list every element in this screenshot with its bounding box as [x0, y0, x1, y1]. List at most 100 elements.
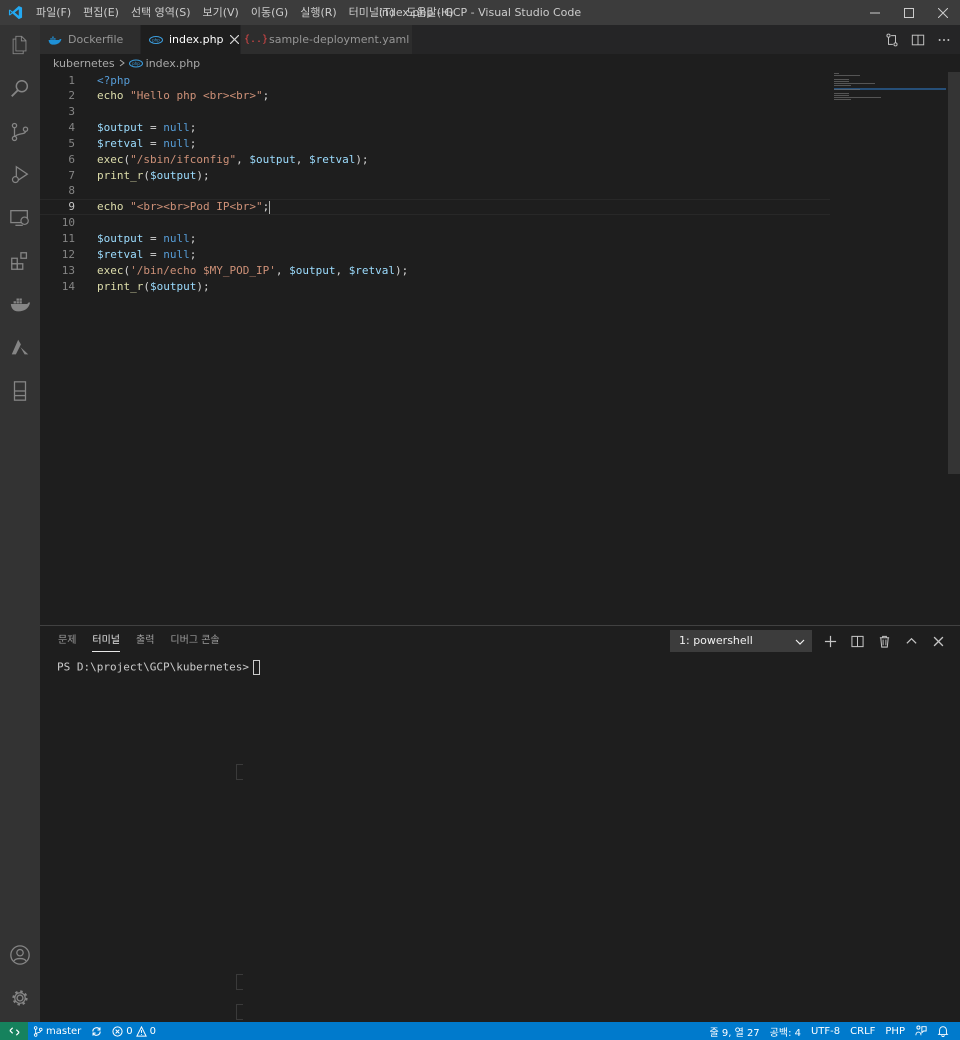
- remote-explorer-button[interactable]: [0, 198, 40, 238]
- terminal-output[interactable]: PS D:\project\GCP\kubernetes>: [57, 660, 261, 675]
- menu-run[interactable]: 실행(R): [294, 0, 342, 25]
- bottom-panel: 문제 터미널 출력 디버그 콘솔 1: powershell PS D:\pro…: [40, 625, 960, 1022]
- minimize-button[interactable]: [858, 0, 892, 25]
- compare-changes-icon: [886, 33, 898, 46]
- code-line[interactable]: 12 $retval = null;: [40, 246, 830, 262]
- kill-terminal-button[interactable]: [876, 633, 893, 650]
- new-terminal-button[interactable]: [822, 633, 839, 650]
- close-tab-button[interactable]: [229, 32, 239, 48]
- tab-output[interactable]: 출력: [128, 626, 162, 656]
- status-bar-right: 줄 9, 열 27 공백: 4 UTF-8 CRLF PHP: [704, 1022, 954, 1040]
- code-line[interactable]: 8: [40, 183, 830, 199]
- feedback-button[interactable]: [910, 1022, 932, 1040]
- menu-go[interactable]: 이동(G): [245, 0, 294, 25]
- editor-scrollbar[interactable]: [948, 72, 960, 624]
- window-controls: [858, 0, 960, 25]
- sync-button[interactable]: [86, 1022, 107, 1040]
- git-branch[interactable]: master: [28, 1022, 86, 1040]
- line-number: 11: [61, 232, 75, 245]
- tab-problems[interactable]: 문제: [50, 626, 84, 656]
- accounts-button[interactable]: [0, 935, 40, 975]
- cursor-position[interactable]: 줄 9, 열 27: [704, 1022, 764, 1040]
- tab-terminal[interactable]: 터미널: [84, 626, 128, 656]
- menu-help[interactable]: 도움말(H): [400, 0, 459, 25]
- azure-button[interactable]: [0, 328, 40, 368]
- trash-icon: [879, 635, 890, 648]
- menu-edit[interactable]: 편집(E): [77, 0, 125, 25]
- maximize-icon: [904, 7, 914, 18]
- language-mode[interactable]: PHP: [880, 1022, 910, 1040]
- warning-icon: [135, 1025, 147, 1037]
- tab-index-php[interactable]: php index.php: [141, 25, 241, 54]
- maximize-button[interactable]: [892, 0, 926, 25]
- run-debug-button[interactable]: [0, 155, 40, 195]
- notebook-button[interactable]: [0, 371, 40, 411]
- tab-label: sample-deployment.yaml: [269, 33, 410, 46]
- line-code: echo "<br><br>Pod IP<br>";: [97, 200, 271, 214]
- tab-sample-deployment-yaml[interactable]: {..} sample-deployment.yaml: [241, 25, 413, 54]
- maximize-panel-button[interactable]: [903, 633, 920, 650]
- encoding[interactable]: UTF-8: [806, 1022, 845, 1040]
- line-code: print_r($output);: [97, 168, 210, 182]
- line-code: $output = null;: [97, 232, 197, 245]
- problems-indicator[interactable]: 0 0: [107, 1022, 161, 1040]
- minimap-line: [834, 81, 849, 82]
- code-line[interactable]: 2 echo "Hello php <br><br>";: [40, 88, 830, 104]
- code-line[interactable]: 5 $retval = null;: [40, 135, 830, 151]
- extensions-button[interactable]: [0, 241, 40, 281]
- menu-terminal[interactable]: 터미널(T): [343, 0, 401, 25]
- terminal-render-artifact: [236, 974, 243, 990]
- source-control-button[interactable]: [0, 112, 40, 152]
- braces-icon: {..}: [243, 34, 269, 45]
- explorer-button[interactable]: [0, 25, 40, 65]
- line-number: 3: [68, 105, 75, 119]
- minimap-line: [834, 79, 849, 80]
- close-window-button[interactable]: [926, 0, 960, 25]
- more-actions-button[interactable]: [936, 32, 952, 48]
- end-of-line[interactable]: CRLF: [845, 1022, 880, 1040]
- svg-text:php: php: [132, 61, 140, 66]
- minimap-line: [834, 83, 875, 84]
- panel-tabs: 문제 터미널 출력 디버그 콘솔: [50, 626, 228, 656]
- gear-icon: [12, 990, 28, 1006]
- split-editor-icon: [911, 34, 925, 45]
- code-editor[interactable]: 1 <?php 2 echo "Hello php <br><br>"; 3 4 $outp…: [40, 72, 948, 624]
- code-line[interactable]: 14 print_r($output);: [40, 278, 830, 294]
- indentation[interactable]: 공백: 4: [765, 1022, 806, 1040]
- terminal-select[interactable]: 1: powershell: [670, 630, 812, 652]
- chevron-up-icon: [906, 637, 917, 644]
- code-line[interactable]: 1 <?php: [40, 72, 830, 88]
- tab-dockerfile[interactable]: Dockerfile: [40, 25, 141, 54]
- menu-selection[interactable]: 선택 영역(S): [125, 0, 197, 25]
- remote-indicator[interactable]: [0, 1022, 28, 1040]
- scrollbar-thumb[interactable]: [948, 72, 960, 474]
- code-line[interactable]: 3: [40, 104, 830, 120]
- breadcrumb: kubernetes php index.php: [40, 54, 948, 72]
- docker-button[interactable]: [0, 284, 40, 324]
- code-line[interactable]: 13 exec('/bin/echo $MY_POD_IP', $output, …: [40, 262, 830, 278]
- panel-actions: [822, 630, 947, 652]
- menu-file[interactable]: 파일(F): [30, 0, 77, 25]
- code-line[interactable]: 4 $output = null;: [40, 120, 830, 136]
- breadcrumb-file[interactable]: index.php: [146, 57, 201, 70]
- code-line[interactable]: 9 echo "<br><br>Pod IP<br>";: [40, 198, 830, 215]
- notifications-button[interactable]: [932, 1022, 954, 1040]
- line-number: 13: [61, 263, 75, 277]
- tab-debug-console[interactable]: 디버그 콘솔: [162, 626, 227, 656]
- breadcrumb-folder[interactable]: kubernetes: [53, 57, 115, 70]
- minimap[interactable]: [834, 72, 946, 112]
- split-editor-button[interactable]: [910, 32, 926, 48]
- open-changes-button[interactable]: [884, 32, 900, 48]
- manage-button[interactable]: [0, 978, 40, 1018]
- close-panel-button[interactable]: [930, 633, 947, 650]
- minimap-line: [834, 75, 860, 76]
- line-code: exec('/bin/echo $MY_POD_IP', $output, $r…: [97, 263, 409, 277]
- code-line[interactable]: 6 exec("/sbin/ifconfig", $output, $retval…: [40, 151, 830, 167]
- search-view-button[interactable]: [0, 69, 40, 109]
- code-line[interactable]: 7 print_r($output);: [40, 167, 830, 183]
- menu-view[interactable]: 보기(V): [196, 0, 244, 25]
- minimap-line: [834, 99, 851, 100]
- code-line[interactable]: 10: [40, 215, 830, 231]
- split-terminal-button[interactable]: [849, 633, 866, 650]
- code-line[interactable]: 11 $output = null;: [40, 231, 830, 247]
